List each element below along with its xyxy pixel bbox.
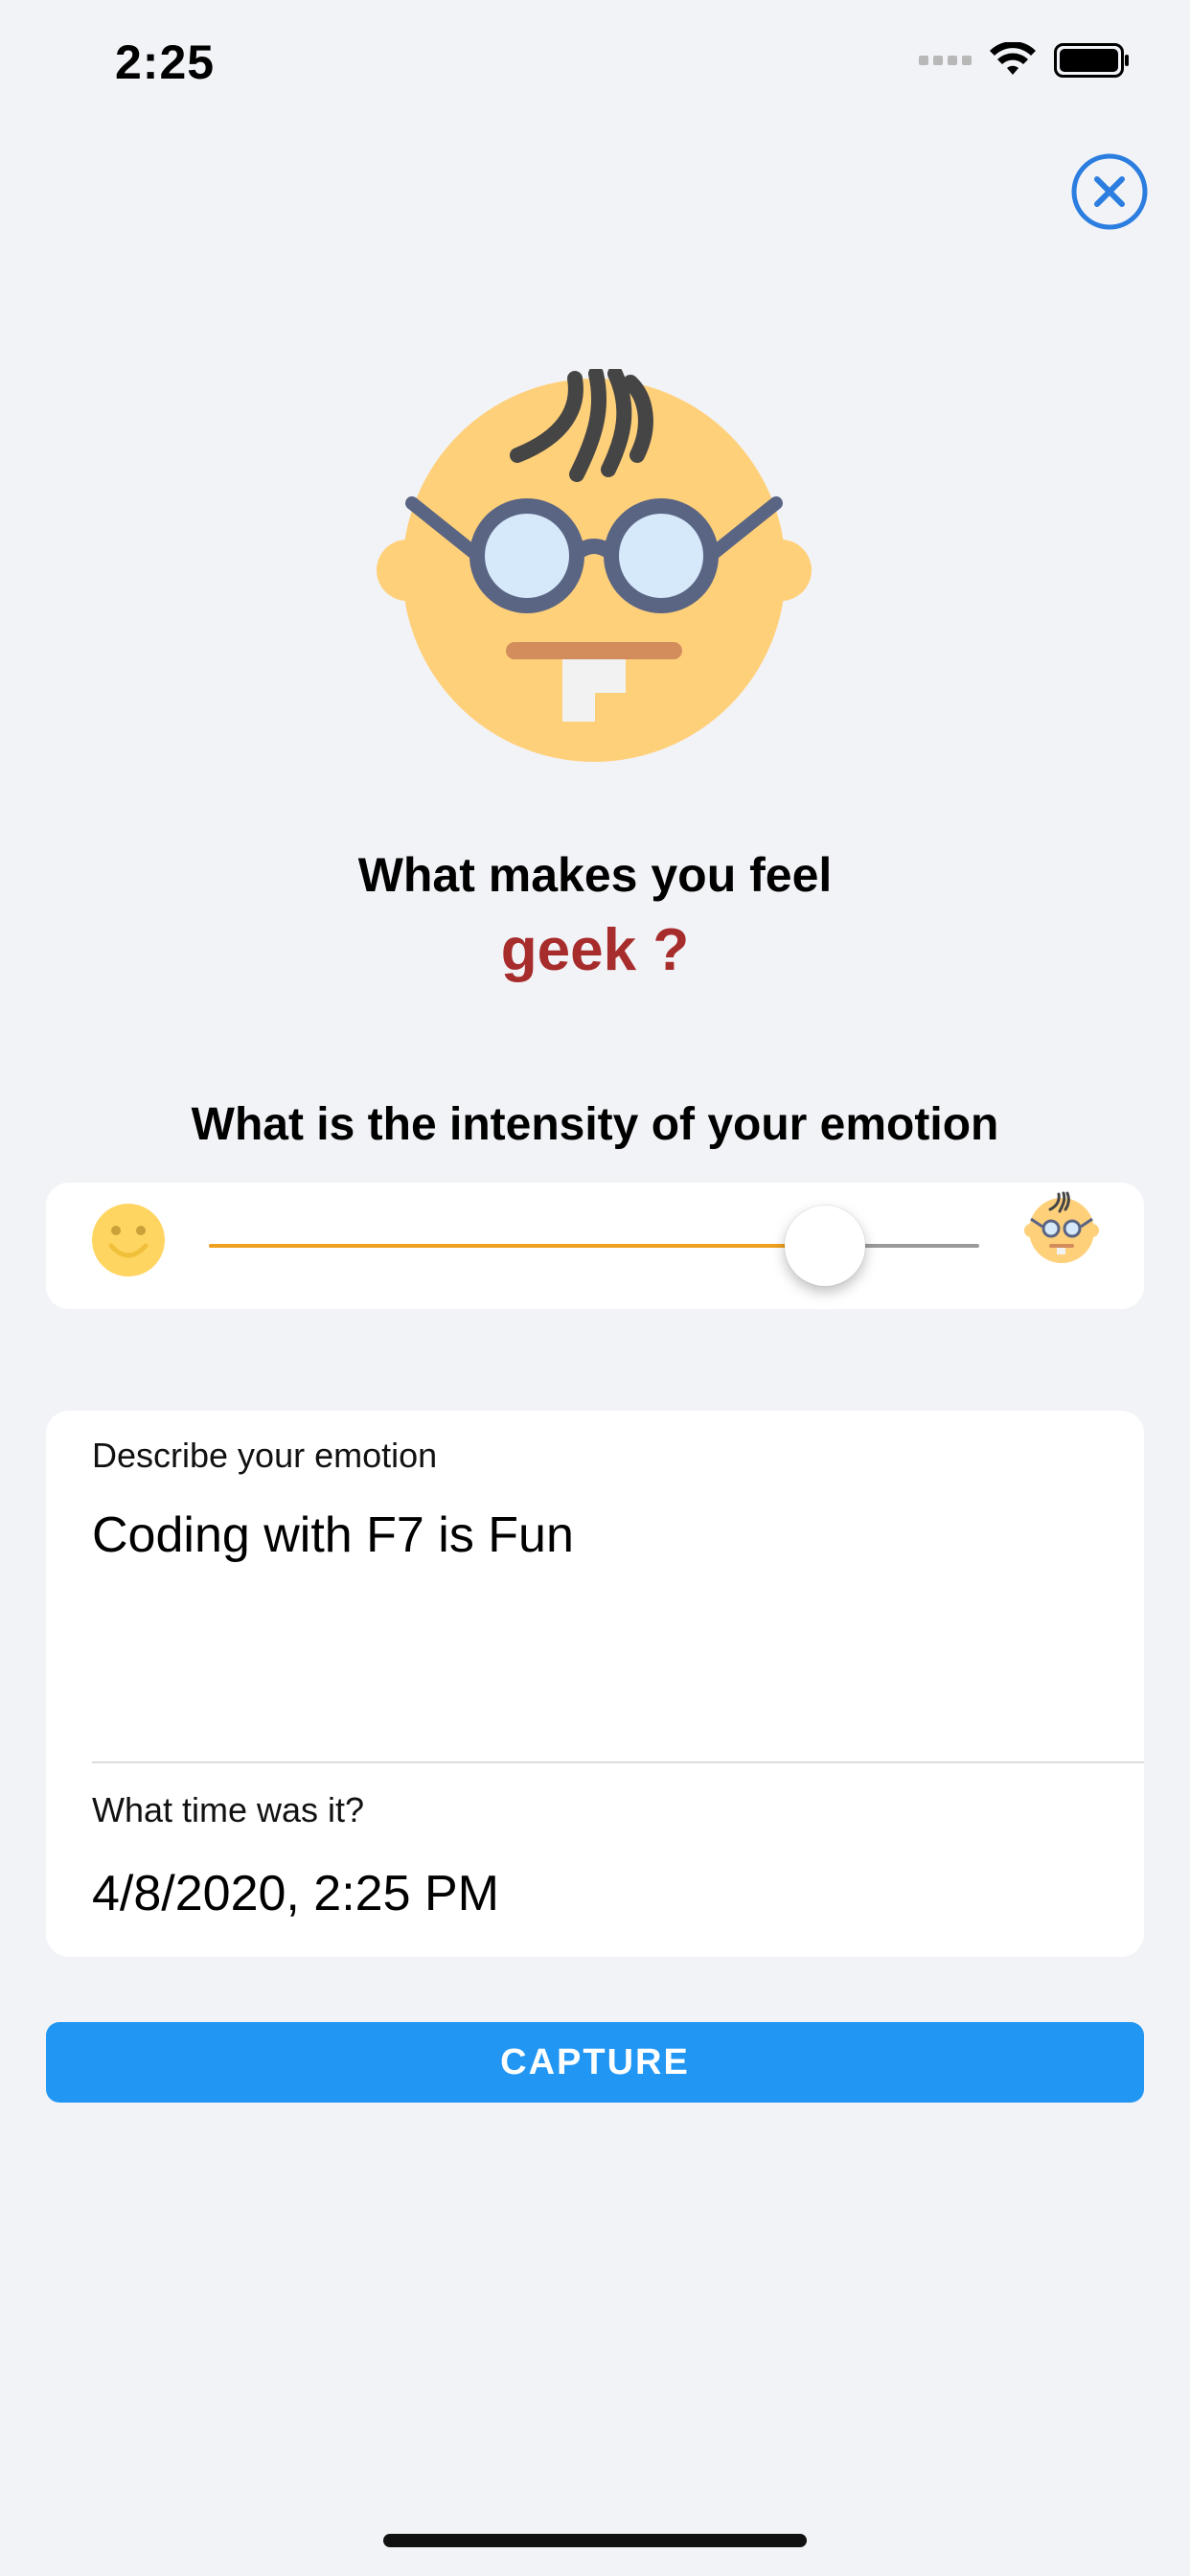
geek-face-icon: [1024, 1191, 1099, 1263]
geek-face-icon: [377, 369, 812, 762]
status-bar: 2:25: [0, 0, 1190, 126]
status-icons: [919, 42, 1131, 79]
time-label: What time was it?: [92, 1790, 365, 1829]
close-button[interactable]: [1069, 151, 1150, 232]
capture-button[interactable]: CAPTURE: [46, 2022, 1144, 2103]
time-picker-field[interactable]: 4/8/2020, 2:25 PM: [92, 1865, 499, 1922]
intensity-slider-fill: [209, 1244, 826, 1248]
close-icon: [1094, 176, 1125, 207]
intensity-slider-thumb[interactable]: [785, 1206, 866, 1286]
prompt-emotion: geek ?: [500, 917, 690, 983]
intensity-title: What is the intensity of your emotion: [191, 1099, 999, 1150]
cellular-signal-icon: [919, 56, 972, 65]
wifi-icon: [990, 42, 1036, 75]
smiley-face-icon: [92, 1204, 165, 1276]
prompt-question: What makes you feel: [357, 848, 833, 902]
emotion-form-card: Describe your emotion Coding with F7 is …: [46, 1411, 1144, 1957]
intensity-slider-track[interactable]: [209, 1206, 979, 1286]
home-indicator: [383, 2534, 807, 2547]
describe-textarea[interactable]: Coding with F7 is Fun: [92, 1506, 1098, 1746]
battery-icon: [1054, 43, 1129, 78]
divider: [92, 1761, 1144, 1763]
status-time: 2:25: [115, 35, 216, 89]
describe-label: Describe your emotion: [92, 1436, 438, 1475]
intensity-slider-card: [46, 1183, 1144, 1309]
